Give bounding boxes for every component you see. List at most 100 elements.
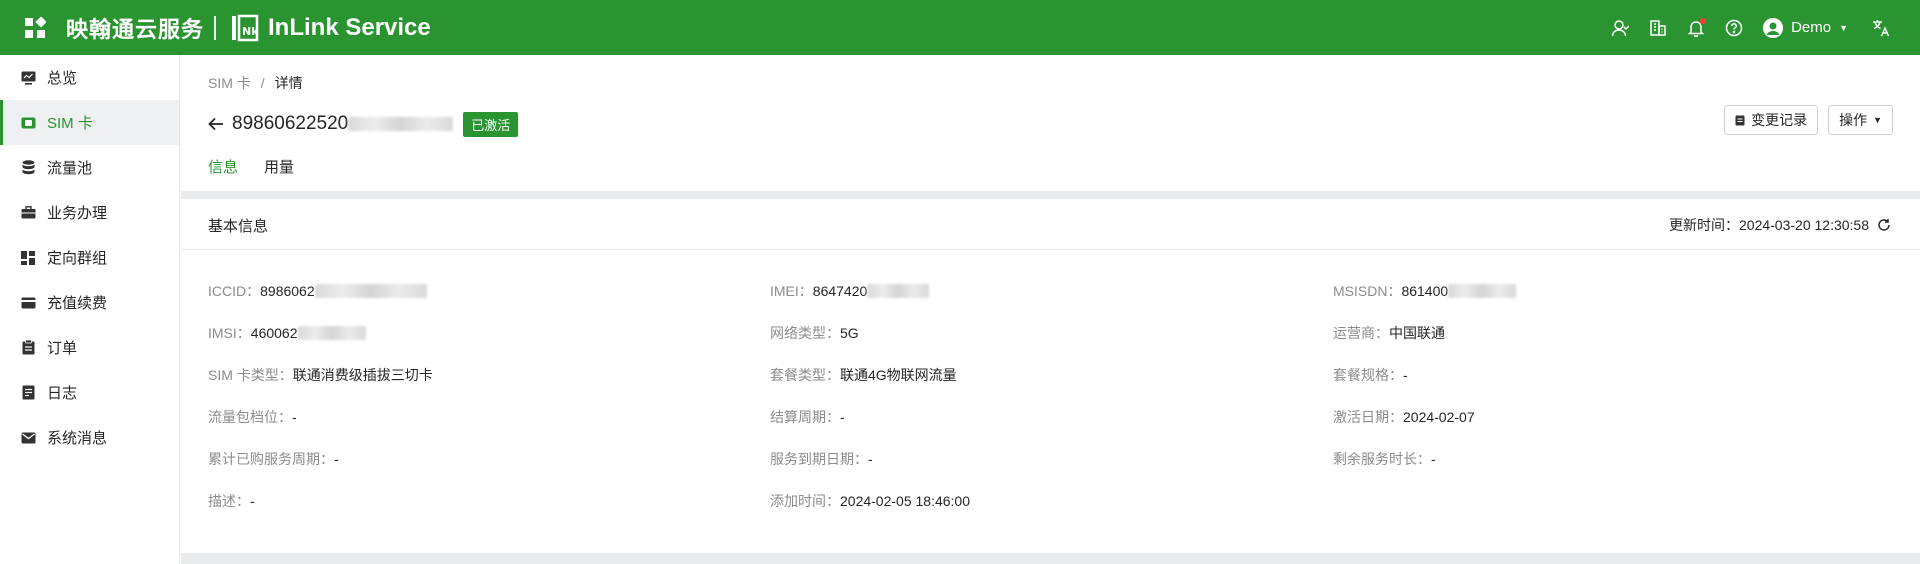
sidebar-item-label: 定向群组 <box>47 250 108 267</box>
field-value: - <box>292 409 297 425</box>
sim-card-icon <box>20 115 36 131</box>
bottom-divider <box>181 553 1920 564</box>
field-label: 运营商： <box>1333 325 1389 341</box>
chevron-down-icon: ▼ <box>1873 115 1882 125</box>
sidebar-item-logs[interactable]: 日志 <box>0 370 179 415</box>
field-plan-spec: 套餐规格： - <box>1333 364 1408 386</box>
mail-icon <box>20 430 36 446</box>
masked-value-blur <box>297 326 366 340</box>
notification-bell-icon[interactable] <box>1677 9 1715 47</box>
brand-name-cn: 映翰通云服务 <box>66 16 205 42</box>
database-icon <box>20 160 36 176</box>
field-label: 套餐类型： <box>770 367 840 383</box>
help-icon[interactable] <box>1715 9 1753 47</box>
sidebar-item-messages[interactable]: 系统消息 <box>0 415 179 460</box>
update-time: 更新时间： 2024-03-20 12:30:58 <box>1669 215 1893 235</box>
field-imsi: IMSI： 460062 <box>208 322 366 344</box>
svg-text:Nk: Nk <box>242 25 259 38</box>
sidebar-item-label: 充值续费 <box>47 295 108 312</box>
sidebar-item-recharge[interactable]: 充值续费 <box>0 280 179 325</box>
field-plan-type: 套餐类型： 联通4G物联网流量 <box>770 364 957 386</box>
info-row: 描述： - 添加时间： 2024-02-05 18:46:00 <box>208 490 1908 512</box>
user-name: Demo <box>1791 19 1832 36</box>
field-label: 激活日期： <box>1333 409 1403 425</box>
tab-usage[interactable]: 用量 <box>264 157 294 193</box>
change-history-label: 变更记录 <box>1751 112 1808 128</box>
notification-dot <box>1700 17 1707 24</box>
breadcrumb-separator: / <box>260 75 265 91</box>
tab-info[interactable]: 信息 <box>208 157 239 193</box>
log-icon <box>20 385 36 401</box>
field-value: 联通消费级插拔三切卡 <box>292 367 433 383</box>
field-value: 8986062 <box>260 283 315 299</box>
page-title-row: 89860622520 已激活 <box>208 111 519 137</box>
field-label: 添加时间： <box>770 493 840 509</box>
update-time-label: 更新时间： <box>1669 217 1739 233</box>
sidebar-item-target-group[interactable]: 定向群组 <box>0 235 179 280</box>
language-translate-icon[interactable] <box>1862 9 1900 47</box>
breadcrumb: SIM 卡 / 详情 <box>208 73 303 93</box>
field-value: 2024-02-07 <box>1403 409 1475 425</box>
sidebar-item-orders[interactable]: 订单 <box>0 325 179 370</box>
field-label: SIM 卡类型： <box>208 367 293 383</box>
brand-name-en: InLink Service <box>268 13 431 41</box>
inlink-logo-icon: Nk <box>230 14 260 42</box>
sidebar-item-label: 流量池 <box>47 160 93 177</box>
sidebar-item-label: 订单 <box>47 340 78 357</box>
field-label: 套餐规格： <box>1333 367 1403 383</box>
chevron-down-icon: ▼ <box>1839 22 1848 33</box>
sidebar-item-sim-card[interactable]: SIM 卡 <box>0 100 179 145</box>
order-icon <box>20 340 36 356</box>
field-label: 描述： <box>208 493 250 509</box>
sidebar-item-overview[interactable]: 总览 <box>0 55 179 100</box>
field-billing-cycle: 结算周期： - <box>770 406 845 428</box>
sidebar-item-business[interactable]: 业务办理 <box>0 190 179 235</box>
refresh-icon[interactable] <box>1877 217 1893 233</box>
basic-info-header: 基本信息 更新时间： 2024-03-20 12:30:58 <box>181 199 1920 250</box>
field-value: - <box>840 409 845 425</box>
info-row: 流量包档位： - 结算周期： - 激活日期： 2024-02-07 <box>208 406 1908 428</box>
building-icon[interactable] <box>1639 9 1677 47</box>
briefcase-icon <box>20 205 36 221</box>
field-imei: IMEI： 8647420 <box>770 280 930 302</box>
field-label: 结算周期： <box>770 409 840 425</box>
field-value: - <box>250 493 255 509</box>
field-value: - <box>1431 451 1436 467</box>
field-label: 流量包档位： <box>208 409 292 425</box>
field-label: IMEI： <box>770 283 813 299</box>
field-service-expiry: 服务到期日期： - <box>770 448 873 470</box>
masked-value-blur <box>1448 284 1517 298</box>
breadcrumb-link-sim-card[interactable]: SIM 卡 <box>208 73 251 93</box>
app-grid-icon[interactable] <box>18 11 52 45</box>
field-purchased-periods: 累计已购服务周期： - <box>208 448 339 470</box>
info-row: 累计已购服务周期： - 服务到期日期： - 剩余服务时长： - <box>208 448 1908 470</box>
field-iccid: ICCID： 8986062 <box>208 280 427 302</box>
sidebar-item-label: 系统消息 <box>47 430 108 447</box>
field-label: 剩余服务时长： <box>1333 451 1431 467</box>
field-label: ICCID： <box>208 283 261 299</box>
field-value: 460062 <box>250 325 298 341</box>
field-value: - <box>1403 367 1408 383</box>
header-actions: 变更记录 操作 ▼ <box>1714 105 1893 135</box>
field-sim-type: SIM 卡类型： 联通消费级插拔三切卡 <box>208 364 433 386</box>
sidebar-item-data-pool[interactable]: 流量池 <box>0 145 179 190</box>
field-value: - <box>868 451 873 467</box>
detail-tabs: 信息 用量 <box>208 157 320 193</box>
user-menu[interactable]: Demo ▼ <box>1763 17 1848 38</box>
page-title: 89860622520 <box>232 113 349 134</box>
info-row: SIM 卡类型： 联通消费级插拔三切卡 套餐类型： 联通4G物联网流量 套餐规格… <box>208 364 1908 386</box>
change-history-button[interactable]: 变更记录 <box>1724 105 1819 135</box>
field-carrier: 运营商： 中国联通 <box>1333 322 1445 344</box>
card-icon <box>20 295 36 311</box>
field-label: 服务到期日期： <box>770 451 868 467</box>
sidebar-item-label: 日志 <box>47 385 78 402</box>
actions-dropdown-button[interactable]: 操作 ▼ <box>1828 105 1893 135</box>
field-value: - <box>334 451 339 467</box>
sidebar-item-label: SIM 卡 <box>47 115 93 132</box>
back-arrow-icon[interactable] <box>208 115 226 133</box>
field-value: 8647420 <box>812 283 868 299</box>
info-row: ICCID： 8986062 IMEI： 8647420 MSISDN： 861… <box>208 280 1908 302</box>
sidebar: 总览 SIM 卡 流量池 业务办理 定向群组 充值续费 订单 日志 系统消息 <box>0 55 180 564</box>
group-grid-icon <box>20 250 36 266</box>
user-profile-icon[interactable] <box>1601 9 1639 47</box>
